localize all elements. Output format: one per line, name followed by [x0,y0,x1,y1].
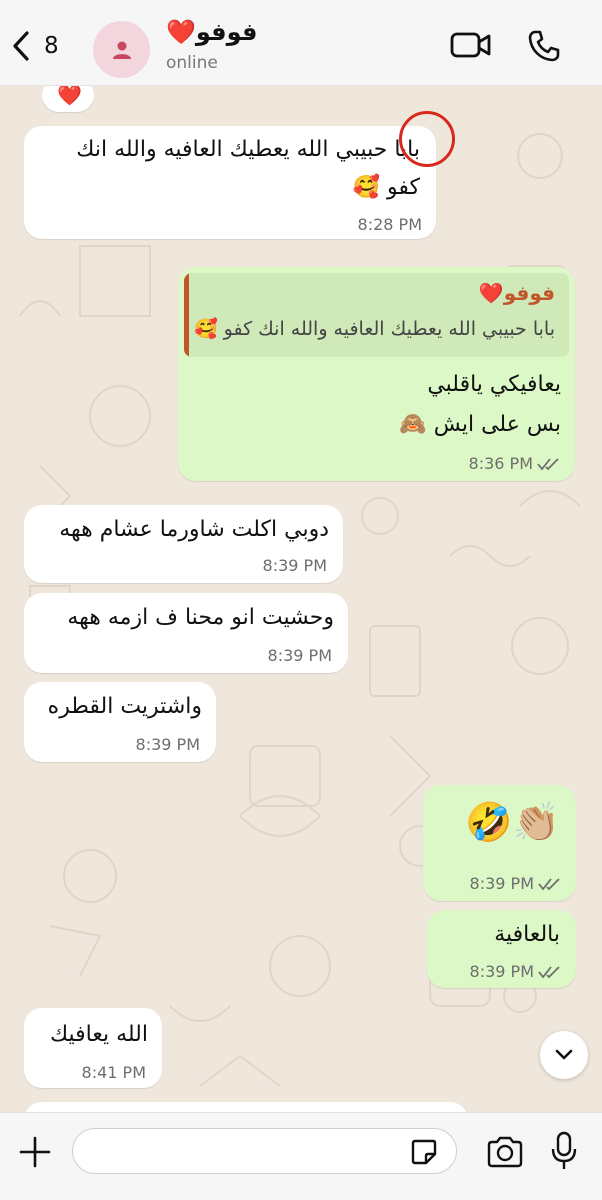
message-timestamp: 8:28 PM [357,215,422,234]
read-receipt-icon [538,878,560,891]
message-bubble-incoming[interactable] [24,1102,468,1112]
composer-bar [0,1112,602,1200]
person-icon [112,41,131,59]
message-timestamp: 8:39 PM [469,962,534,981]
contact-name[interactable]: فوفو❤️ [166,18,257,46]
quoted-text: بابا حبيبي الله يعطيك العافيه والله انك … [193,318,555,340]
chevron-left-icon[interactable] [10,30,32,62]
message-bubble-incoming[interactable]: وحشيت انو محنا ف ازمه ههه 8:39 PM [24,593,348,673]
camera-icon[interactable] [486,1135,524,1169]
microphone-icon[interactable] [551,1131,577,1171]
chevron-down-icon [555,1049,573,1060]
read-receipt-icon [537,458,559,471]
message-text: دوبي اكلت شاورما عشام ههه [59,517,329,542]
message-bubble-outgoing[interactable]: 👏🏼🤣 8:39 PM [423,785,576,901]
message-text: وحشيت انو محنا ف ازمه ههه [67,605,334,630]
sticker-icon[interactable] [410,1138,438,1166]
message-bubble-incoming[interactable]: بابا حبيبي الله يعطيك العافيه والله انك … [24,126,436,239]
message-text: ❤️ [57,86,82,107]
message-timestamp: 8:39 PM [267,646,332,665]
annotation-circle [399,111,455,167]
video-camera-icon[interactable] [450,30,492,60]
message-text: بس على ايش 🙈 [399,412,561,437]
message-bubble-incoming[interactable]: واشتريت القطره 8:39 PM [24,682,216,762]
message-input[interactable] [72,1128,457,1174]
contact-status: online [166,53,218,73]
message-bubble-incoming[interactable]: ❤️ [42,86,94,112]
message-text: كفو 🥰 [352,175,420,200]
message-text: يعافيكي ياقلبي [427,372,561,397]
quoted-sender: فوفو❤️ [478,281,555,305]
message-timestamp: 8:39 PM [135,735,200,754]
message-bubble-incoming[interactable]: الله يعافيك 8:41 PM [24,1008,162,1088]
message-text: واشتريت القطره [47,694,202,719]
phone-icon[interactable] [527,29,561,63]
message-bubble-outgoing[interactable]: فوفو❤️ بابا حبيبي الله يعطيك العافيه وال… [178,267,575,481]
message-text: 👏🏼🤣 [465,800,560,844]
read-receipt-icon [538,966,560,979]
message-bubble-incoming[interactable]: دوبي اكلت شاورما عشام ههه 8:39 PM [24,505,343,583]
message-timestamp: 8:39 PM [262,556,327,575]
chat-area[interactable]: ❤️ بابا حبيبي الله يعطيك العافيه والله ا… [0,86,602,1112]
message-text: الله يعافيك [49,1022,148,1047]
plus-icon[interactable] [18,1135,52,1169]
avatar[interactable] [93,21,150,78]
chat-header: 8 فوفو❤️ online [0,0,602,86]
quoted-message[interactable]: فوفو❤️ بابا حبيبي الله يعطيك العافيه وال… [184,273,569,357]
message-timestamp: 8:41 PM [81,1063,146,1082]
unread-count[interactable]: 8 [44,33,59,59]
quote-accent-bar [184,273,189,357]
message-text: بالعافية [494,922,560,947]
message-text: بابا حبيبي الله يعطيك العافيه والله انك [76,137,420,162]
message-timestamp: 8:39 PM [469,874,534,893]
scroll-to-bottom-button[interactable] [540,1031,588,1079]
message-bubble-outgoing[interactable]: بالعافية 8:39 PM [427,910,576,988]
message-timestamp: 8:36 PM [468,454,533,473]
